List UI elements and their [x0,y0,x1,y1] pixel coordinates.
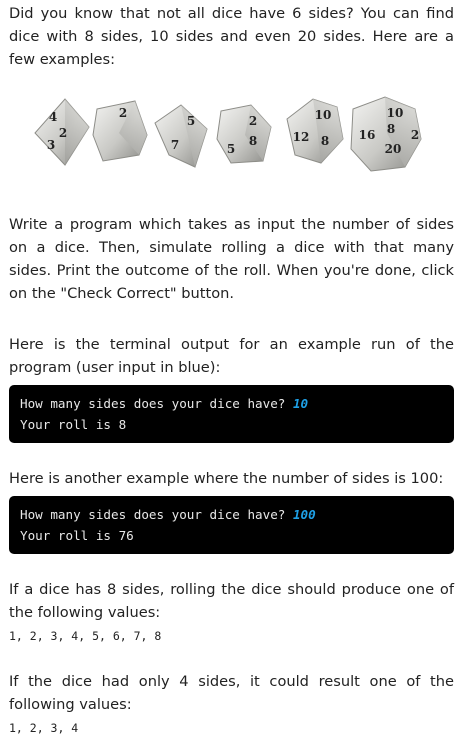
svg-text:4: 4 [49,110,57,124]
svg-text:16: 16 [359,128,376,142]
svg-text:2: 2 [59,126,67,140]
dice-image: 4 2 3 2 5 7 2 8 5 10 12 8 10 8 16 20 2 [9,83,454,199]
svg-text:8: 8 [249,134,257,148]
terminal-example-2: How many sides does your dice have? 100 … [9,496,454,554]
terminal-line-output: Your roll is 8 [20,417,127,432]
svg-text:3: 3 [47,138,55,152]
values4-list: 1, 2, 3, 4 [9,721,79,735]
svg-text:2: 2 [411,128,419,142]
user-input: 10 [292,396,309,411]
svg-text:10: 10 [387,106,404,120]
terminal-example-1: How many sides does your dice have? 10 Y… [9,385,454,443]
dice-illustration: 4 2 3 2 5 7 2 8 5 10 12 8 10 8 16 20 2 [34,96,422,172]
intro-text: Did you know that not all dice have 6 si… [9,5,454,68]
task-text: Write a program which takes as input the… [9,216,454,302]
svg-text:2: 2 [249,114,257,128]
svg-text:8: 8 [321,134,329,148]
svg-text:8: 8 [387,122,395,136]
terminal-line-prompt: How many sides does your dice have? 100 [20,507,316,522]
values8-intro: If a dice has 8 sides, rolling the dice … [9,581,454,621]
svg-text:12: 12 [293,130,310,144]
example2-intro: Here is another example where the number… [9,470,444,487]
svg-text:5: 5 [227,142,235,156]
example1-intro: Here is the terminal output for an examp… [9,336,454,376]
svg-text:10: 10 [315,108,332,122]
svg-text:5: 5 [187,114,195,128]
terminal-line-output: Your roll is 76 [20,528,134,543]
svg-text:20: 20 [385,142,402,156]
terminal-line-prompt: How many sides does your dice have? 10 [20,396,309,411]
svg-text:2: 2 [119,106,127,120]
values8-list: 1, 2, 3, 4, 5, 6, 7, 8 [9,629,162,643]
problem-statement: Did you know that not all dice have 6 si… [0,0,462,738]
user-input: 100 [292,507,316,522]
svg-text:7: 7 [171,138,179,152]
values4-intro: If the dice had only 4 sides, it could r… [9,673,454,713]
